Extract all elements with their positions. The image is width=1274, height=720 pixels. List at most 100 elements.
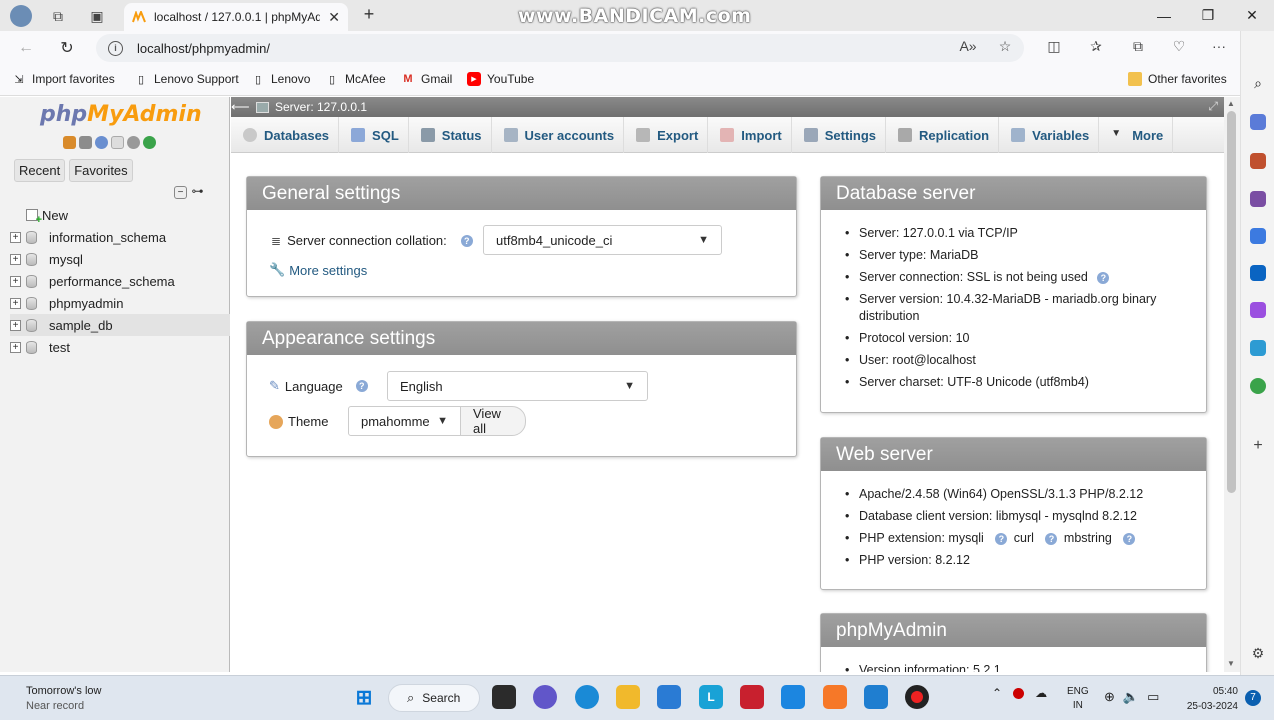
new-tab-button[interactable]: + [358, 4, 380, 25]
help-icon[interactable]: ? [995, 533, 1008, 545]
docs-icon[interactable] [111, 136, 124, 149]
mcafee-icon[interactable] [740, 685, 764, 709]
scroll-up-icon[interactable]: ▲ [1227, 99, 1235, 108]
recent-tab[interactable]: Recent [14, 159, 66, 182]
reload-icon[interactable] [143, 136, 156, 149]
help-icon[interactable]: ? [1097, 272, 1110, 284]
tree-item-mysql[interactable]: + mysql [10, 248, 230, 270]
store-icon[interactable] [657, 685, 681, 709]
home-icon[interactable] [63, 136, 76, 149]
tree-item-performance-schema[interactable]: + performance_schema [10, 270, 230, 292]
clock[interactable]: 05:40 25-03-2024 [1180, 684, 1238, 714]
fav-mcafee[interactable]: ▯ McAfee [325, 72, 386, 86]
start-icon[interactable]: ⊞ [352, 685, 376, 709]
help-icon[interactable]: ? [1123, 533, 1136, 545]
close-window-icon[interactable]: ✕ [1230, 0, 1274, 31]
expand-icon[interactable]: + [10, 297, 21, 309]
expand-icon[interactable]: + [10, 231, 21, 243]
fav-import[interactable]: ⇲ Import favorites [12, 72, 114, 86]
weather-widget[interactable]: Tomorrow's low Near record [26, 684, 101, 714]
minimize-icon[interactable]: — [1142, 0, 1186, 31]
phpmyadmin-logo[interactable]: phpMyAdmin [40, 102, 202, 127]
xampp-icon[interactable] [823, 685, 847, 709]
split-screen-icon[interactable]: ◫ [1043, 35, 1065, 57]
logout-icon[interactable] [79, 136, 92, 149]
collapse-all-icon[interactable]: − [174, 186, 187, 199]
tree-item-test[interactable]: + test [10, 336, 230, 358]
scroll-thumb[interactable] [1227, 111, 1236, 493]
gear-icon[interactable]: ⚙ [1250, 645, 1266, 661]
back-icon[interactable]: ← [14, 37, 38, 59]
browser-essentials-icon[interactable]: ♡ [1168, 35, 1190, 57]
view-all-button[interactable]: View all [460, 406, 526, 436]
shopping-icon[interactable] [1250, 114, 1266, 130]
expand-icon[interactable]: + [10, 319, 21, 331]
help-icon[interactable] [95, 136, 108, 149]
more-menu-icon[interactable]: ··· [1208, 35, 1230, 57]
scroll-down-icon[interactable]: ▼ [1227, 659, 1235, 668]
tab-user-accounts[interactable]: User accounts [492, 117, 625, 153]
tab-import[interactable]: Import [708, 117, 792, 153]
games-icon[interactable] [1250, 191, 1266, 207]
settings-icon[interactable] [127, 136, 140, 149]
theme-select[interactable]: pmahomme ▼ [348, 406, 461, 436]
favorites-icon[interactable]: ✰ [1085, 35, 1107, 57]
profile-avatar[interactable] [8, 4, 34, 28]
tab-more[interactable]: ▼ More [1099, 117, 1174, 153]
expand-icon[interactable]: + [10, 341, 21, 353]
notification-badge[interactable]: 7 [1245, 690, 1261, 706]
task-view-icon[interactable] [492, 685, 516, 709]
fav-other[interactable]: Other favorites [1128, 72, 1227, 86]
language-select[interactable]: English ▼ [387, 371, 648, 401]
fav-youtube[interactable]: ▶ YouTube [467, 72, 534, 86]
tree-item-sample-db[interactable]: + sample_db [10, 314, 230, 336]
tree-item-new[interactable]: New [10, 204, 230, 226]
refresh-icon[interactable]: ↻ [55, 37, 79, 59]
tab-status[interactable]: Status [409, 117, 492, 153]
fav-lenovo-support[interactable]: ▯ Lenovo Support [134, 72, 239, 86]
more-settings-link[interactable]: More settings [289, 263, 367, 278]
quick-settings[interactable]: ⊕ 🔈 ▭ [1104, 689, 1159, 705]
record-icon[interactable] [1013, 687, 1025, 699]
edge-icon[interactable] [575, 685, 599, 709]
tree-item-phpmyadmin[interactable]: + phpmyadmin [10, 292, 230, 314]
expand-icon[interactable]: + [10, 275, 21, 287]
tab-databases[interactable]: Databases [231, 117, 340, 153]
taskbar-search[interactable]: ⌕ Search [388, 684, 480, 712]
tab-actions-icon[interactable]: ▣ [84, 4, 110, 28]
collation-select[interactable]: utf8mb4_unicode_ci ▼ [483, 225, 722, 255]
collapse-nav-icon[interactable]: ⟵ [231, 99, 250, 115]
fav-gmail[interactable]: M Gmail [401, 72, 452, 86]
workspaces-icon[interactable]: ⧉ [45, 4, 71, 28]
favorites-tab[interactable]: Favorites [69, 159, 133, 182]
designer-icon[interactable] [1250, 302, 1266, 318]
help-icon[interactable]: ? [355, 380, 368, 392]
page-scrollbar[interactable]: ▲ ▼ [1224, 97, 1240, 672]
lenovo-l-icon[interactable]: L [699, 685, 723, 709]
help-icon[interactable]: ? [1045, 533, 1058, 545]
breadcrumb[interactable]: Server: 127.0.0.1 [275, 100, 367, 114]
drop-icon[interactable] [1250, 340, 1266, 356]
tab-settings[interactable]: Settings [792, 117, 887, 153]
tools-icon[interactable] [1250, 153, 1266, 169]
collections-icon[interactable]: ⧉ [1127, 35, 1149, 57]
tab-replication[interactable]: Replication [886, 117, 1000, 153]
outlook-icon[interactable] [1250, 265, 1266, 281]
expand-icon[interactable]: + [10, 253, 21, 265]
help-icon[interactable]: ? [460, 234, 473, 247]
address-input[interactable]: i localhost/phpmyadmin/ [96, 34, 1024, 62]
file-explorer-icon[interactable] [616, 685, 640, 709]
tab-phpmyadmin[interactable]: localhost / 127.0.0.1 | phpMyAdm ✕ [124, 3, 348, 31]
tab-variables[interactable]: Variables [999, 117, 1100, 153]
site-info-icon[interactable]: i [108, 40, 123, 56]
microsoft365-icon[interactable] [1250, 228, 1266, 244]
tab-sql[interactable]: SQL [339, 117, 409, 153]
read-aloud-icon[interactable]: A» [957, 35, 979, 57]
close-tab-icon[interactable]: ✕ [328, 9, 340, 26]
search-icon[interactable]: ⌕ [1250, 75, 1266, 91]
bandicam-icon[interactable] [905, 685, 929, 709]
link-icon[interactable]: ⊶ [191, 185, 204, 199]
favorite-star-icon[interactable]: ☆ [994, 35, 1016, 57]
blue-app-icon[interactable] [781, 685, 805, 709]
tab-export[interactable]: Export [624, 117, 709, 153]
